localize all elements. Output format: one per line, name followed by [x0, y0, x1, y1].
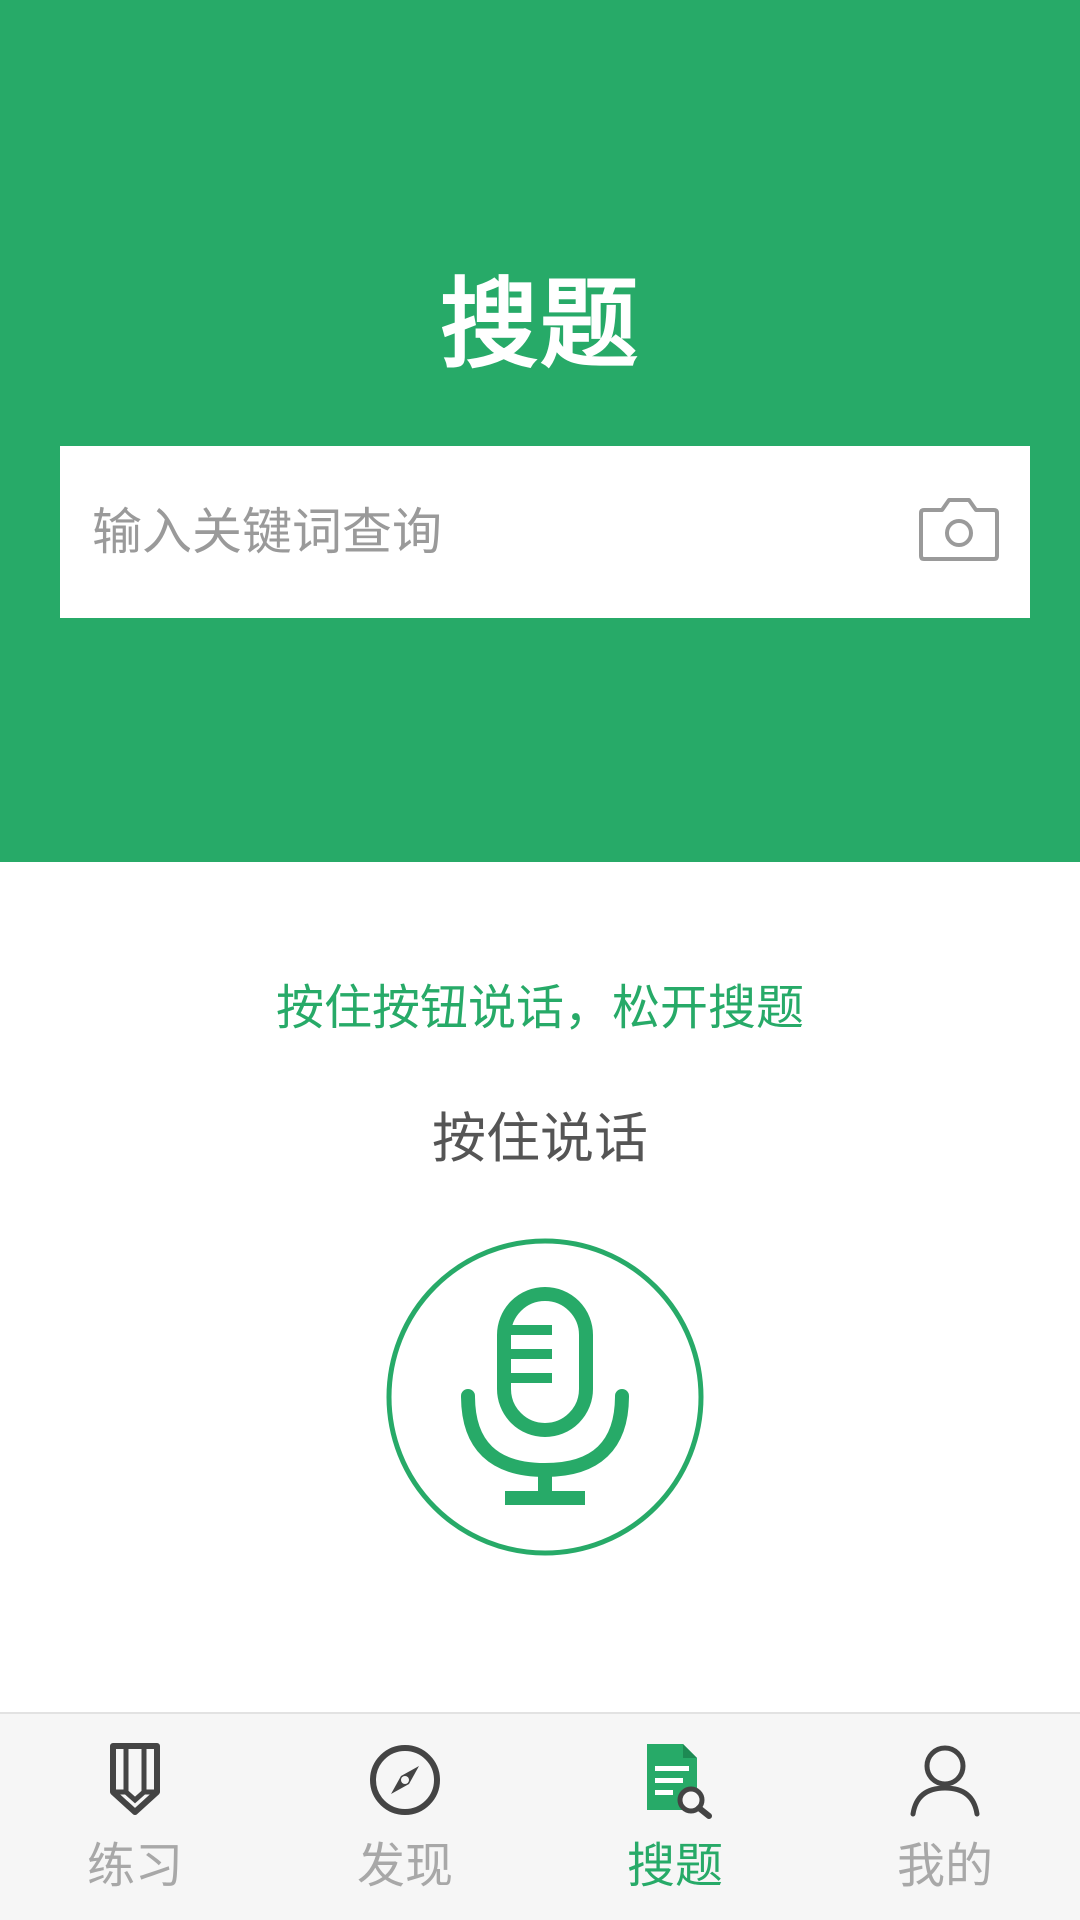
- search-bar: [60, 446, 1030, 618]
- nav-label-practice: 练习: [86, 1838, 183, 1894]
- search-page: 搜题 按住按钮说话，松开搜题 按住说话: [0, 0, 1080, 1920]
- nav-item-me[interactable]: 我的: [810, 1714, 1080, 1920]
- microphone-button[interactable]: [386, 1236, 704, 1558]
- hold-to-speak-label: 按住说话: [432, 1107, 648, 1170]
- microphone-icon: [386, 1238, 704, 1556]
- search-input[interactable]: [90, 446, 910, 618]
- nav-item-search[interactable]: 搜题: [540, 1714, 810, 1920]
- nav-item-practice[interactable]: 练习: [0, 1714, 270, 1920]
- voice-hint: 按住按钮说话，松开搜题: [275, 980, 804, 1036]
- search-document-icon: [647, 1744, 712, 1819]
- user-icon: [910, 1745, 980, 1817]
- bottom-nav: 练习 发现 搜题 我的: [0, 1712, 1080, 1920]
- camera-button[interactable]: [918, 494, 1000, 564]
- header: 搜题: [0, 0, 1080, 862]
- page-title: 搜题: [439, 268, 640, 382]
- pencil-icon: [110, 1743, 160, 1815]
- nav-label-search: 搜题: [626, 1838, 723, 1894]
- compass-icon: [370, 1745, 440, 1815]
- nav-label-discover: 发现: [356, 1838, 453, 1894]
- nav-item-discover[interactable]: 发现: [270, 1714, 540, 1920]
- nav-label-me: 我的: [896, 1838, 993, 1894]
- camera-icon: [919, 498, 999, 561]
